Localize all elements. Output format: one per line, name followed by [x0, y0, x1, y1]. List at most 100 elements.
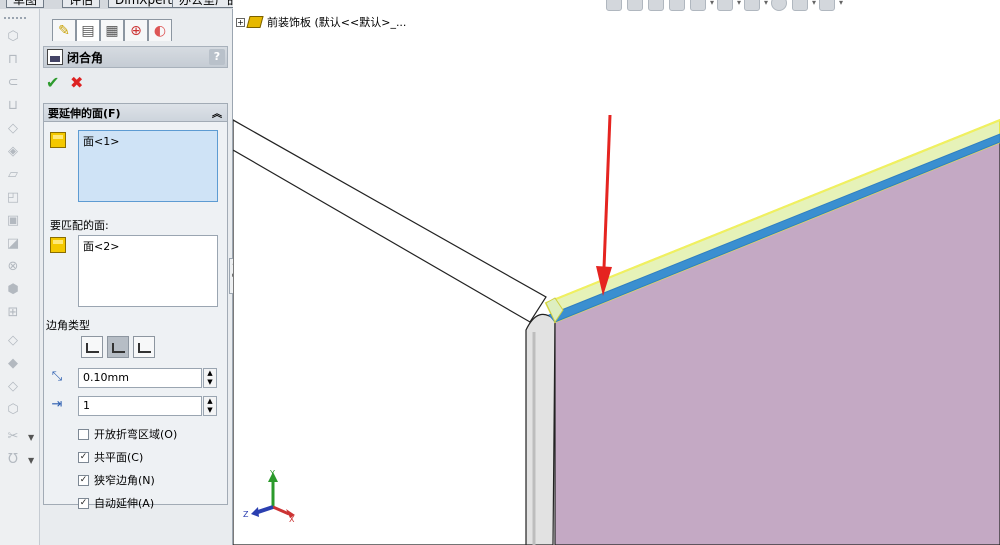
butt-corner-icon	[86, 343, 99, 353]
auto-propagate-checkbox[interactable]: ✓ 自动延伸(A)	[78, 495, 154, 511]
overlap-corner-icon	[112, 343, 125, 353]
overlap-ratio-value: 1	[83, 399, 90, 412]
triad-z-label: Z	[243, 510, 249, 519]
feature-tree-flyout: + 前装饰板 (默认<<默认>_...	[236, 14, 406, 30]
overlap-ratio-icon: ⇥	[51, 397, 63, 412]
pm-title: 闭合角	[67, 50, 104, 65]
overlap-corner-button[interactable]	[107, 336, 129, 358]
gap-distance-icon: ⤡	[51, 369, 63, 384]
overlap-ratio-field[interactable]: 1 ▲ ▼	[78, 396, 217, 416]
part-icon	[246, 16, 264, 28]
overlap-ratio-spinner[interactable]: ▲ ▼	[203, 396, 217, 416]
previous-view-icon[interactable]	[648, 0, 664, 11]
open-bend-region-checkbox[interactable]: 开放折弯区域(O)	[78, 426, 177, 442]
manager-tabs: ✎ ▤ ▦ ⊕ ◐	[52, 19, 172, 41]
ok-button[interactable]: ✔	[46, 73, 59, 92]
checkbox-label: 狭窄边角(N)	[94, 474, 155, 487]
lofted-bend-icon[interactable]: ⬡	[5, 402, 21, 418]
convert-icon[interactable]: ◇	[5, 379, 21, 395]
dimxpert-manager-tab[interactable]: ⊕	[124, 19, 148, 41]
checkbox-label: 开放折弯区域(O)	[94, 428, 178, 441]
cancel-button[interactable]: ✖	[70, 73, 83, 92]
face-icon	[50, 132, 66, 148]
hem-icon[interactable]: ◇	[5, 121, 21, 137]
underlap-corner-button[interactable]	[133, 336, 155, 358]
command-tabs: 草图 评估 DimXpert 办公室产品	[0, 0, 233, 9]
zoom-to-fit-icon[interactable]	[606, 0, 622, 11]
toolbar-grip[interactable]	[4, 17, 26, 20]
right-panel-face[interactable]	[554, 141, 1000, 545]
base-flange-icon[interactable]: ⊓	[5, 52, 21, 68]
checkbox-box[interactable]	[78, 428, 89, 440]
collapse-icon[interactable]: ︽	[212, 105, 222, 120]
dimxpert-icon: ⊕	[130, 22, 142, 39]
section-view-icon[interactable]	[669, 0, 685, 11]
welded-corner-icon[interactable]: ▣	[5, 213, 21, 229]
underlap-corner-icon	[138, 343, 151, 353]
property-manager-tab[interactable]: ▤	[76, 19, 100, 41]
view-settings-icon[interactable]	[819, 0, 843, 11]
checkbox-box[interactable]: ✓	[78, 451, 89, 463]
part-name[interactable]: 前装饰板 (默认<<默认>_...	[267, 14, 406, 30]
list-item[interactable]: 面<1>	[83, 133, 213, 149]
fold-icon[interactable]: Ʊ	[5, 452, 21, 468]
pm-header: 闭合角 ?	[43, 46, 228, 68]
edit-appearance-icon[interactable]	[771, 0, 787, 11]
configuration-manager-tab[interactable]: ▦	[100, 19, 124, 41]
faces-to-extend-list[interactable]: 面<1>	[78, 130, 218, 202]
miter-flange-icon[interactable]: ⊔	[5, 98, 21, 114]
flatten-icon[interactable]: ⊞	[5, 305, 21, 321]
feature-tree-icon: ✎	[58, 22, 70, 39]
break-corner-icon[interactable]: ◪	[5, 236, 21, 252]
configuration-icon: ▦	[105, 22, 119, 39]
narrow-corner-checkbox[interactable]: ✓ 狭窄边角(N)	[78, 472, 155, 488]
model-view[interactable]: Y X Z	[232, 0, 1000, 545]
edge-flange-icon[interactable]: ⊂	[5, 75, 21, 91]
sketched-bend-icon[interactable]: ▱	[5, 167, 21, 183]
tab-evaluate[interactable]: 评估	[62, 0, 101, 8]
property-icon: ▤	[81, 22, 95, 39]
tab-dimxpert[interactable]: DimXpert	[108, 0, 180, 8]
zoom-to-area-icon[interactable]	[627, 0, 643, 11]
apply-scene-icon[interactable]	[792, 0, 816, 11]
triad-y-label: Y	[269, 469, 275, 478]
corner-relief-icon[interactable]: ⊗	[5, 259, 21, 275]
graphics-area[interactable]: Y X Z	[232, 0, 1000, 545]
faces-to-match-label: 要匹配的面:	[50, 219, 109, 232]
checkbox-label: 共平面(C)	[94, 451, 144, 464]
hide-show-items-icon[interactable]	[744, 0, 768, 11]
group-header[interactable]: 要延伸的面(F) ︽	[44, 104, 227, 122]
faces-group: 要延伸的面(F) ︽ 面<1> 要匹配的面: 面<2> 边角类型 ⤡ 0.10m…	[43, 103, 228, 510]
corner-type-label: 边角类型	[46, 319, 90, 332]
rip-icon[interactable]: ◆	[5, 356, 21, 372]
sheetmetal-icon[interactable]: ⬡	[5, 29, 21, 45]
tab-office[interactable]: 办公室产品	[172, 0, 233, 8]
list-item[interactable]: 面<2>	[83, 238, 213, 254]
feature-manager-tab[interactable]: ✎	[52, 19, 76, 41]
checkbox-box[interactable]: ✓	[78, 497, 89, 509]
coplanar-checkbox[interactable]: ✓ 共平面(C)	[78, 449, 143, 465]
view-orientation-icon[interactable]	[690, 0, 714, 11]
triad-x-label: X	[289, 515, 295, 524]
gap-distance-field[interactable]: 0.10mm ▲ ▼	[78, 368, 217, 388]
gap-distance-spinner[interactable]: ▲ ▼	[203, 368, 217, 388]
no-bends-icon[interactable]: ◇	[5, 333, 21, 349]
chevron-down-icon[interactable]: ▼	[28, 456, 34, 465]
unfold-icon[interactable]: ✂	[5, 429, 21, 445]
chevron-down-icon[interactable]: ▼	[28, 433, 34, 442]
display-style-icon[interactable]	[717, 0, 741, 11]
display-icon: ◐	[153, 22, 167, 39]
sheetmetal-toolbar: ⬡ ⊓ ⊂ ⊔ ◇ ◈ ▱ ◰ ▣ ◪ ⊗ ⬢ ⊞ ◇ ◆ ◇ ⬡ ✂ ▼ Ʊ …	[0, 9, 40, 545]
help-button[interactable]: ?	[209, 49, 225, 65]
tab-sketch[interactable]: 草图	[6, 0, 45, 8]
forming-tool-icon[interactable]: ⬢	[5, 282, 21, 298]
arrow-shaft	[602, 114, 612, 269]
bend-cylinder[interactable]	[525, 313, 556, 545]
jog-icon[interactable]: ◈	[5, 144, 21, 160]
butt-corner-button[interactable]	[81, 336, 103, 358]
display-manager-tab[interactable]: ◐	[148, 19, 172, 41]
faces-to-match-list[interactable]: 面<2>	[78, 235, 218, 307]
expand-icon[interactable]: +	[236, 17, 245, 27]
checkbox-box[interactable]: ✓	[78, 474, 89, 486]
closed-corner-icon[interactable]: ◰	[5, 190, 21, 206]
